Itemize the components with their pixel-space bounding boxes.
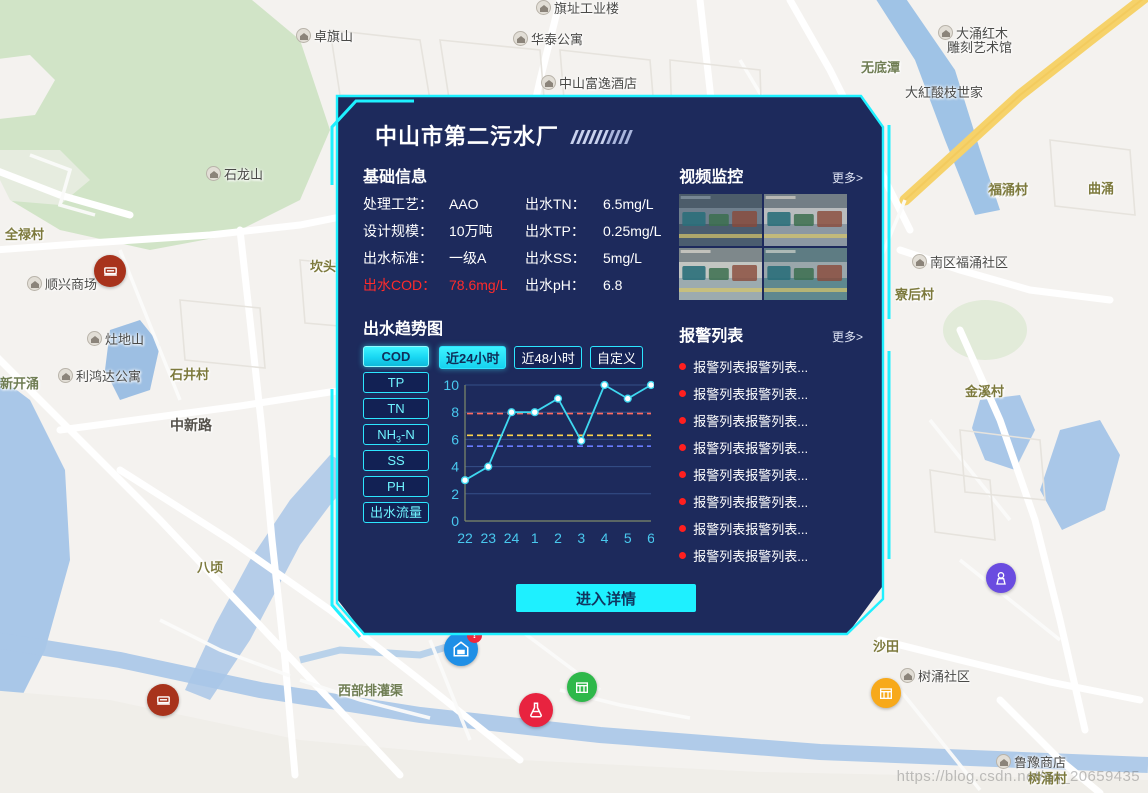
video-thumbnail-grid[interactable] <box>679 194 848 300</box>
alarm-section-heading: 报警列表 更多> <box>679 322 863 346</box>
video-thumbnail-pump-hall-4[interactable] <box>764 248 848 300</box>
info-value: 10万吨 <box>449 223 493 239</box>
alarm-list-item[interactable]: 报警列表报警列表... <box>679 434 863 460</box>
video-section-heading: 视频监控 更多> <box>679 163 863 187</box>
alarm-bullet-icon <box>679 524 687 532</box>
svg-text:8: 8 <box>451 404 459 420</box>
alarm-text: 报警列表报警列表... <box>693 359 809 375</box>
info-label: 出水COD： <box>363 277 437 293</box>
basic-info-table: 处理工艺： AAO 出水TN： 6.5mg/L 设计规模： 10万吨 出水TP： 0.25mg… <box>363 194 669 295</box>
alarm-list[interactable]: 报警列表报警列表... 报警列表报警列表... 报警列表报警列表... 报警列表报警列… <box>679 353 863 568</box>
page-title: 中山市第二污水厂 <box>375 124 560 149</box>
alarm-heading-label: 报警列表 <box>679 328 744 345</box>
info-value: 6.5mg/L <box>603 196 654 212</box>
map-marker-bus-2[interactable] <box>147 684 179 716</box>
plant-info-panel[interactable]: 中山市第二污水厂 基础信息 处理工艺： AAO 出水TN： 6.5mg/L 设计规模： 1… <box>337 96 883 634</box>
alarm-list-item[interactable]: 报警列表报警列表... <box>679 353 863 379</box>
info-value: 6.8 <box>603 277 623 293</box>
map-marker-station-green[interactable] <box>567 672 597 702</box>
alarm-list-item[interactable]: 报警列表报警列表... <box>679 542 863 568</box>
alarm-bullet-icon <box>679 470 687 478</box>
param-button-nh3-n[interactable]: NH3-N <box>363 424 429 445</box>
svg-text:4: 4 <box>451 459 459 475</box>
info-label: 出水TP： <box>525 223 585 239</box>
alarm-list-item[interactable]: 报警列表报警列表... <box>679 407 863 433</box>
svg-text:1: 1 <box>531 530 539 546</box>
alarm-text: 报警列表报警列表... <box>693 386 809 402</box>
enter-detail-button[interactable]: 进入详情 <box>516 584 696 612</box>
map-marker-lab[interactable] <box>519 693 553 727</box>
time-range-tabs[interactable]: 近24小时 近48小时 自定义 <box>439 346 669 369</box>
svg-text:3: 3 <box>577 530 585 546</box>
map-marker-pump-orange[interactable] <box>871 678 901 708</box>
param-button-ph[interactable]: PH <box>363 476 429 497</box>
alarm-bullet-icon <box>679 389 687 397</box>
alarm-text: 报警列表报警列表... <box>693 548 809 564</box>
info-label: 出水标准： <box>363 250 433 266</box>
alarm-text: 报警列表报警列表... <box>693 413 809 429</box>
svg-text:22: 22 <box>457 530 473 546</box>
map-background[interactable]: 卓旗山 旗址工业楼 华泰公寓 中山富逸酒店 大涌红木 雕刻艺术馆 无底潭 大紅酸枝世家 石龙山全… <box>0 0 1148 793</box>
alarm-bullet-icon <box>679 551 687 559</box>
param-button-tp[interactable]: TP <box>363 372 429 393</box>
map-marker-bus-1[interactable] <box>94 255 126 287</box>
alarm-bullet-icon <box>679 443 687 451</box>
alarm-list-item[interactable]: 报警列表报警列表... <box>679 380 863 406</box>
svg-text:23: 23 <box>480 530 496 546</box>
basic-info-heading: 基础信息 <box>363 169 428 186</box>
param-button--[interactable]: 出水流量 <box>363 502 429 523</box>
alarm-list-item[interactable]: 报警列表报警列表... <box>679 461 863 487</box>
map-marker-factory-alert[interactable]: ! <box>444 628 482 666</box>
info-value: 0.25mg/L <box>603 223 662 239</box>
svg-text:2: 2 <box>451 486 459 502</box>
svg-text:10: 10 <box>443 377 459 393</box>
alarm-list-item[interactable]: 报警列表报警列表... <box>679 488 863 514</box>
info-value: 一级A <box>449 250 487 266</box>
info-value: 5mg/L <box>603 250 642 266</box>
map-marker-monitor[interactable] <box>986 563 1016 593</box>
alarm-text: 报警列表报警列表... <box>693 521 809 537</box>
panel-header: 中山市第二污水厂 <box>375 119 863 151</box>
info-label: 出水TN： <box>525 196 586 212</box>
svg-text:4: 4 <box>601 530 609 546</box>
trend-chart-heading: 出水趋势图 <box>363 321 444 338</box>
video-thumbnail-pump-hall-1[interactable] <box>679 194 763 246</box>
info-value: AAO <box>449 196 479 212</box>
svg-text:5: 5 <box>624 530 632 546</box>
video-thumbnail-pump-hall-2[interactable] <box>764 194 848 246</box>
range-tab-0[interactable]: 近24小时 <box>439 346 507 369</box>
alarm-text: 报警列表报警列表... <box>693 440 809 456</box>
alarm-text: 报警列表报警列表... <box>693 494 809 510</box>
info-label: 出水pH： <box>525 277 585 293</box>
info-value: 78.6mg/L <box>449 277 508 293</box>
alarm-list-item[interactable]: 报警列表报警列表... <box>679 515 863 541</box>
title-decoration-icon <box>570 129 633 144</box>
svg-text:6: 6 <box>647 530 654 546</box>
param-button-cod[interactable]: COD <box>363 346 429 367</box>
info-label: 出水SS： <box>525 250 586 266</box>
trend-line-chart[interactable]: 024681022 23 24 1 2 3 4 5 6 <box>439 375 654 555</box>
video-heading-label: 视频监控 <box>679 169 744 186</box>
param-button-ss[interactable]: SS <box>363 450 429 471</box>
video-thumbnail-pump-hall-3[interactable] <box>679 248 763 300</box>
parameter-button-list[interactable]: COD TP TN NH3-N SS PH 出水流量 <box>363 346 429 555</box>
alarm-bullet-icon <box>679 416 687 424</box>
info-label: 设计规模： <box>363 223 433 239</box>
svg-text:24: 24 <box>504 530 520 546</box>
alarm-more-link[interactable]: 更多> <box>832 328 863 345</box>
video-more-link[interactable]: 更多> <box>832 169 863 186</box>
svg-text:6: 6 <box>451 431 459 447</box>
alarm-text: 报警列表报警列表... <box>693 467 809 483</box>
range-tab-2[interactable]: 自定义 <box>589 346 643 369</box>
alarm-bullet-icon <box>679 497 687 505</box>
alarm-bullet-icon <box>679 362 687 370</box>
svg-text:2: 2 <box>554 530 562 546</box>
svg-text:0: 0 <box>451 513 459 529</box>
range-tab-1[interactable]: 近48小时 <box>514 346 582 369</box>
param-button-tn[interactable]: TN <box>363 398 429 419</box>
info-label: 处理工艺： <box>363 196 433 212</box>
